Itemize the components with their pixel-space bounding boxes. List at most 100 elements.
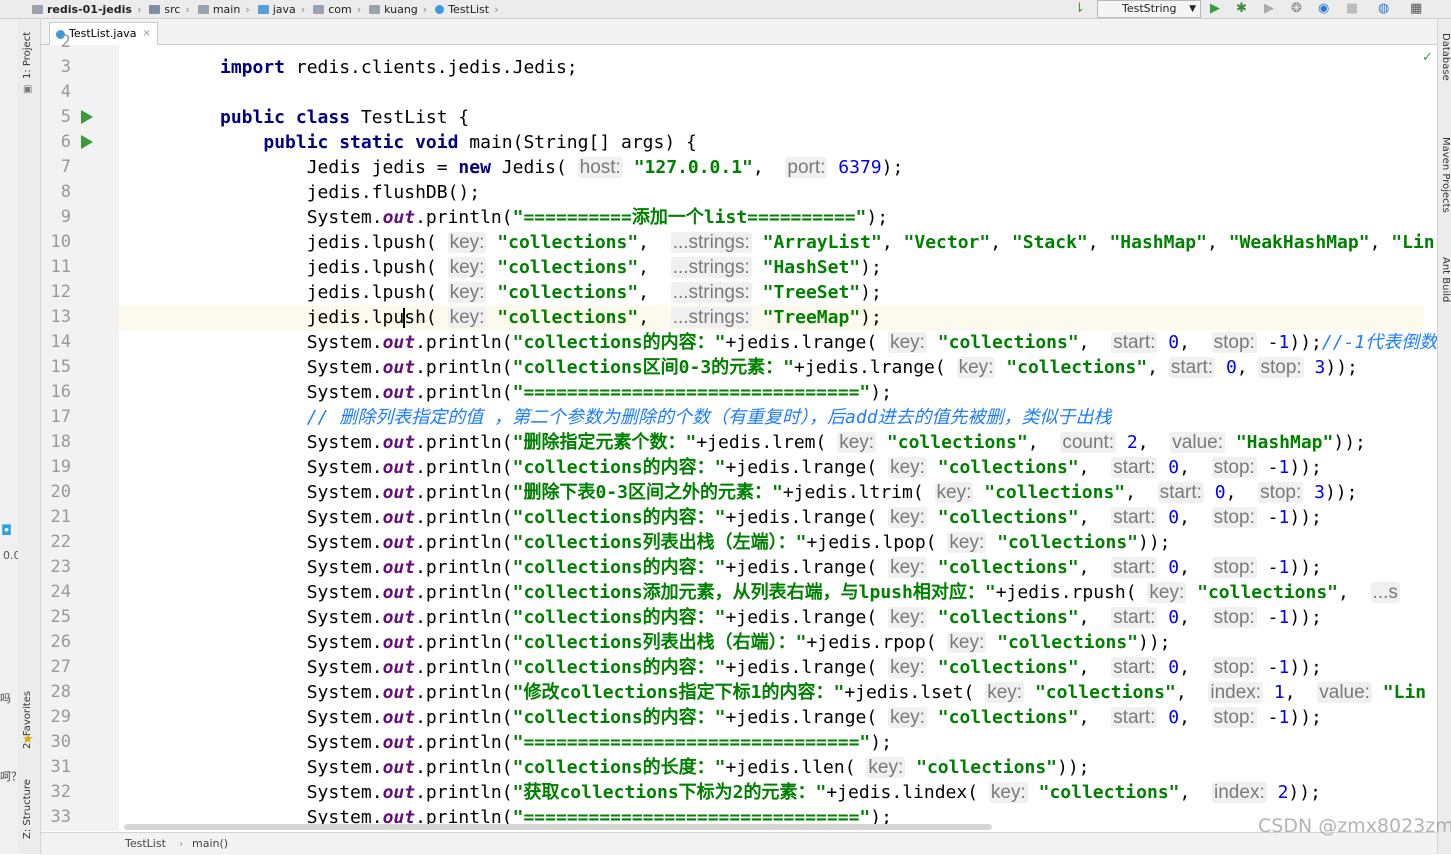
line-number: 4 (60, 82, 71, 102)
run-config-select[interactable]: TestString ▼ (1097, 0, 1201, 18)
horizontal-scrollbar[interactable] (124, 824, 992, 830)
chevron-right-icon: › (179, 837, 184, 850)
code-line[interactable]: jedis.flushDB(); (220, 180, 480, 205)
build-icon[interactable]: ⇂ (1074, 1, 1085, 16)
code-line[interactable]: System.out.println("获取collections下标为2的元素… (220, 780, 1321, 805)
left-edge: ◘ × (0, 19, 41, 854)
tool-window-strip-left: 1: Project ▣ 2: Favorites ★ Z: Structure (18, 19, 41, 854)
tool-window-strip-right: Database Maven Projects Ant Build (1437, 19, 1451, 854)
run-gutter-icon[interactable] (81, 110, 93, 124)
folder-icon (32, 4, 43, 14)
run-gutter-icon[interactable] (81, 135, 93, 149)
code-editor[interactable]: import redis.clients.jedis.Jedis; public … (119, 45, 1437, 831)
database-tool-button[interactable]: Database (1440, 33, 1451, 81)
code-line[interactable]: System.out.println("collections区间0-3的元素：… (220, 355, 1358, 380)
code-line[interactable]: public static void main(String[] args) { (220, 130, 697, 155)
debug-icon[interactable]: ✱ (1236, 1, 1247, 16)
code-line[interactable]: public class TestList { (220, 105, 469, 130)
breadcrumb-src[interactable]: src › (141, 3, 190, 16)
line-number: 28 (50, 682, 71, 702)
code-line[interactable]: System.out.println("collections的长度："+jed… (220, 755, 1090, 780)
folder-icon (197, 4, 209, 14)
line-number: 13 (50, 307, 71, 327)
breadcrumb-com[interactable]: com › (305, 3, 361, 16)
code-line[interactable]: System.out.println("collections的内容："+jed… (220, 330, 1437, 355)
breadcrumb-kuang[interactable]: kuang › (361, 3, 427, 16)
code-line[interactable]: System.out.println("collections的内容："+jed… (220, 455, 1322, 480)
side-text: 吗 (0, 692, 11, 705)
line-number: 29 (50, 707, 71, 727)
code-line[interactable]: System.out.println("collections的内容："+jed… (220, 605, 1322, 630)
line-number: 12 (50, 282, 71, 302)
package-icon (369, 4, 381, 14)
code-line[interactable]: jedis.lpush( key: "collections", ...stri… (220, 230, 1435, 255)
code-line[interactable]: jedis.lpush( key: "collections", ...stri… (220, 305, 882, 330)
search-icon[interactable]: ◍ (1378, 1, 1389, 16)
status-file[interactable]: TestList (125, 837, 166, 850)
navigation-bar: redis-01-jedis › src › main › java › com › ku… (0, 0, 1451, 19)
code-line[interactable]: System.out.println("collections添加元素，从列表右… (220, 580, 1400, 605)
line-number: 18 (50, 432, 71, 452)
line-number: 22 (50, 532, 71, 552)
code-line[interactable]: System.out.println("删除下表0-3区间之外的元素："+jed… (220, 480, 1357, 505)
code-line[interactable]: System.out.println("collections的内容："+jed… (220, 555, 1322, 580)
code-line[interactable]: System.out.println("collections的内容："+jed… (220, 655, 1322, 680)
watermark: CSDN @zmx8023zmj (1258, 815, 1451, 837)
breadcrumb-main[interactable]: main › (190, 3, 250, 16)
line-number: 23 (50, 557, 71, 577)
code-line[interactable]: // 删除列表指定的值 ，第二个参数为删除的个数（有重复时），后add进去的值先… (220, 405, 1112, 430)
line-number: 31 (50, 757, 71, 777)
breadcrumb: redis-01-jedis › src › main › java › com › ku… (24, 0, 499, 18)
code-line[interactable]: System.out.println("====================… (220, 380, 892, 405)
project-tool-button[interactable]: 1: Project (22, 32, 33, 79)
coverage-icon[interactable]: ▶ (1264, 1, 1274, 16)
code-line[interactable]: System.out.println("collections列表出栈（左端）：… (220, 530, 1171, 555)
app-icon: ◘ (1, 523, 13, 539)
line-number: 24 (50, 582, 71, 602)
editor-gutter[interactable]: 2 3 4 5 6 7 8 9 10 11 12 13 14 15 16 17 18 19 20 21 22 23 24 25… (41, 32, 120, 831)
code-line[interactable]: System.out.println("collections的内容："+jed… (220, 705, 1322, 730)
line-number: 6 (60, 132, 71, 152)
code-line[interactable]: System.out.println("collections列表出栈（右端）：… (220, 630, 1171, 655)
profile-icon[interactable]: ❂ (1291, 1, 1302, 16)
line-number: 25 (50, 607, 71, 627)
line-number: 10 (50, 232, 71, 252)
code-line[interactable]: System.out.println("collections的内容："+jed… (220, 505, 1322, 530)
code-line[interactable]: jedis.lpush( key: "collections", ...stri… (220, 280, 882, 305)
run-icon[interactable]: ▶ (1210, 1, 1220, 16)
line-number: 5 (60, 107, 71, 127)
line-number: 11 (50, 257, 71, 277)
inspection-ok-icon: ✓ (1422, 50, 1433, 65)
stop-icon[interactable]: ■ (1346, 1, 1358, 16)
status-method[interactable]: main() (192, 837, 228, 850)
code-line[interactable]: System.out.println("删除指定元素个数："+jedis.lre… (220, 430, 1366, 455)
line-number: 8 (60, 182, 71, 202)
line-number: 21 (50, 507, 71, 527)
line-number: 27 (50, 657, 71, 677)
breadcrumb-java[interactable]: java › (250, 3, 305, 16)
structure-icon[interactable]: ▦ (1410, 1, 1422, 16)
package-icon (313, 4, 325, 14)
code-line[interactable]: Jedis jedis = new Jedis( host: "127.0.0.… (220, 155, 903, 180)
code-line[interactable]: System.out.println("修改collections指定下标1的内… (220, 680, 1426, 705)
breadcrumb-project[interactable]: redis-01-jedis › (24, 3, 141, 16)
line-number: 30 (50, 732, 71, 752)
breadcrumb-status-bar: TestList › main() (41, 832, 1437, 855)
code-line[interactable]: import redis.clients.jedis.Jedis; (220, 55, 578, 80)
maven-tool-button[interactable]: Maven Projects (1440, 137, 1451, 213)
ant-build-tool-button[interactable]: Ant Build (1440, 257, 1451, 302)
line-number: 7 (60, 157, 71, 177)
line-number: 19 (50, 457, 71, 477)
code-line[interactable]: jedis.lpush( key: "collections", ...stri… (220, 255, 882, 280)
breadcrumb-class[interactable]: TestList › (427, 3, 499, 16)
line-number: 32 (50, 782, 71, 802)
help-icon[interactable]: ◉ (1318, 1, 1329, 16)
code-line[interactable]: System.out.println("==========添加一个list==… (220, 205, 888, 230)
line-number: 14 (50, 332, 71, 352)
star-icon: ★ (22, 732, 34, 747)
code-line[interactable]: System.out.println("====================… (220, 730, 892, 755)
line-number: 15 (50, 357, 71, 377)
structure-tool-button[interactable]: Z: Structure (22, 779, 33, 839)
class-icon (435, 4, 445, 14)
close-icon[interactable]: × (142, 23, 150, 45)
